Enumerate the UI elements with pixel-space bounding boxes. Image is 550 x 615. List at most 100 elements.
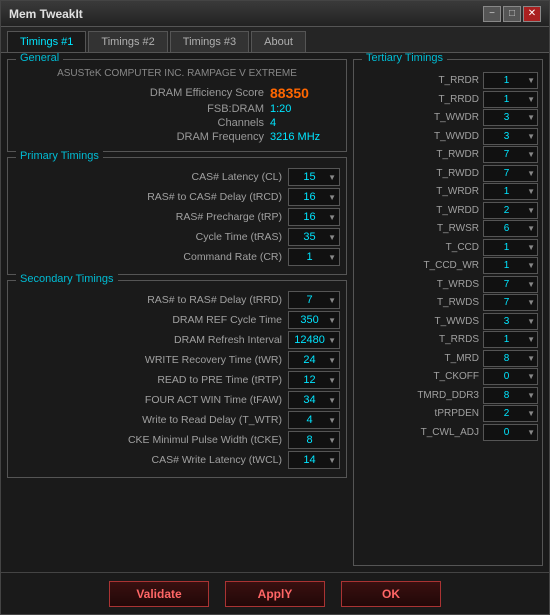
tertiary-group: Tertiary Timings T_RRDR 1 ▼ T_RRDD 1 ▼ T… xyxy=(353,59,543,566)
timing-label: CAS# Latency (CL) xyxy=(14,171,288,183)
timing-input-sec-4[interactable]: 12 ▼ xyxy=(288,371,340,389)
tertiary-input-1[interactable]: 1 ▼ xyxy=(483,91,538,108)
timing-label: CAS# Write Latency (tWCL) xyxy=(14,454,288,466)
table-row: Cycle Time (tRAS) 35 ▼ xyxy=(14,228,340,246)
timing-input-sec-8[interactable]: 14 ▼ xyxy=(288,451,340,469)
timing-input-sec-7[interactable]: 8 ▼ xyxy=(288,431,340,449)
tertiary-input-17[interactable]: 8 ▼ xyxy=(483,387,538,404)
main-content: General ASUSTeK COMPUTER INC. RAMPAGE V … xyxy=(1,53,549,572)
timing-input-trp[interactable]: 16 ▼ xyxy=(288,208,340,226)
tertiary-input-3[interactable]: 3 ▼ xyxy=(483,128,538,145)
table-row: T_WWDS 3 ▼ xyxy=(358,313,538,330)
table-row: T_RRDR 1 ▼ xyxy=(358,72,538,89)
tertiary-item-label: T_CCD xyxy=(358,242,483,253)
timing-input-sec-2[interactable]: 12480 ▼ xyxy=(288,331,340,349)
dropdown-arrow-icon: ▼ xyxy=(328,456,337,465)
right-panel: Tertiary Timings T_RRDR 1 ▼ T_RRDD 1 ▼ T… xyxy=(353,59,543,566)
tertiary-input-4[interactable]: 7 ▼ xyxy=(483,146,538,163)
minimize-button[interactable]: − xyxy=(483,6,501,22)
tertiary-item-label: T_CKOFF xyxy=(358,371,483,382)
tab-timings2[interactable]: Timings #2 xyxy=(88,31,167,52)
tertiary-item-label: T_RWSR xyxy=(358,223,483,234)
timing-label: DRAM Refresh Interval xyxy=(14,334,288,346)
tab-about[interactable]: About xyxy=(251,31,306,52)
table-row: T_RRDS 1 ▼ xyxy=(358,331,538,348)
table-row: FOUR ACT WIN Time (tFAW) 34 ▼ xyxy=(14,391,340,409)
tertiary-label: Tertiary Timings xyxy=(362,53,447,64)
tertiary-input-9[interactable]: 1 ▼ xyxy=(483,239,538,256)
tertiary-input-18[interactable]: 2 ▼ xyxy=(483,405,538,422)
tertiary-input-13[interactable]: 3 ▼ xyxy=(483,313,538,330)
dropdown-arrow-icon: ▼ xyxy=(527,317,535,326)
primary-label: Primary Timings xyxy=(16,150,103,162)
tertiary-input-10[interactable]: 1 ▼ xyxy=(483,257,538,274)
validate-button[interactable]: Validate xyxy=(109,581,209,607)
dropdown-arrow-icon: ▼ xyxy=(527,391,535,400)
tertiary-item-label: T_CWL_ADJ xyxy=(358,427,483,438)
table-row: TMRD_DDR3 8 ▼ xyxy=(358,387,538,404)
timing-input-sec-5[interactable]: 34 ▼ xyxy=(288,391,340,409)
table-row: READ to PRE Time (tRTP) 12 ▼ xyxy=(14,371,340,389)
timing-label: FOUR ACT WIN Time (tFAW) xyxy=(14,394,288,406)
timing-label: CKE Minimul Pulse Width (tCKE) xyxy=(14,434,288,446)
table-row: T_MRD 8 ▼ xyxy=(358,350,538,367)
timing-input-cr[interactable]: 1 ▼ xyxy=(288,248,340,266)
dropdown-arrow-icon: ▼ xyxy=(527,354,535,363)
dropdown-arrow-icon: ▼ xyxy=(328,336,337,345)
tertiary-input-15[interactable]: 8 ▼ xyxy=(483,350,538,367)
timing-input-sec-6[interactable]: 4 ▼ xyxy=(288,411,340,429)
table-row: T_WRDD 2 ▼ xyxy=(358,202,538,219)
timing-label: Command Rate (CR) xyxy=(14,251,288,263)
timing-input-trcd[interactable]: 16 ▼ xyxy=(288,188,340,206)
dropdown-arrow-icon: ▼ xyxy=(328,356,337,365)
tertiary-input-2[interactable]: 3 ▼ xyxy=(483,109,538,126)
apply-button[interactable]: ApplY xyxy=(225,581,325,607)
timing-input-cl[interactable]: 15 ▼ xyxy=(288,168,340,186)
tab-timings1[interactable]: Timings #1 xyxy=(7,31,86,52)
fsb-row: FSB:DRAM 1:20 xyxy=(14,103,340,115)
title-bar: Mem TweakIt − □ ✕ xyxy=(1,1,549,27)
tertiary-item-label: T_CCD_WR xyxy=(358,260,483,271)
ok-button[interactable]: OK xyxy=(341,581,441,607)
freq-label: DRAM Frequency xyxy=(177,131,270,143)
table-row: Write to Read Delay (T_WTR) 4 ▼ xyxy=(14,411,340,429)
timing-input-sec-3[interactable]: 24 ▼ xyxy=(288,351,340,369)
timing-label: Cycle Time (tRAS) xyxy=(14,231,288,243)
dropdown-arrow-icon: ▼ xyxy=(328,253,337,262)
tertiary-input-6[interactable]: 1 ▼ xyxy=(483,183,538,200)
maximize-button[interactable]: □ xyxy=(503,6,521,22)
timing-input-sec-0[interactable]: 7 ▼ xyxy=(288,291,340,309)
tertiary-input-16[interactable]: 0 ▼ xyxy=(483,368,538,385)
tertiary-input-8[interactable]: 6 ▼ xyxy=(483,220,538,237)
content-wrapper: General ASUSTeK COMPUTER INC. RAMPAGE V … xyxy=(1,53,549,614)
timing-label: DRAM REF Cycle Time xyxy=(14,314,288,326)
timing-input-sec-1[interactable]: 350 ▼ xyxy=(288,311,340,329)
dropdown-arrow-icon: ▼ xyxy=(527,150,535,159)
table-row: tPRPDEN 2 ▼ xyxy=(358,405,538,422)
dropdown-arrow-icon: ▼ xyxy=(527,409,535,418)
timing-input-tras[interactable]: 35 ▼ xyxy=(288,228,340,246)
timing-label: READ to PRE Time (tRTP) xyxy=(14,374,288,386)
tab-timings3[interactable]: Timings #3 xyxy=(170,31,249,52)
table-row: CAS# Write Latency (tWCL) 14 ▼ xyxy=(14,451,340,469)
timing-label: RAS# Precharge (tRP) xyxy=(14,211,288,223)
dropdown-arrow-icon: ▼ xyxy=(527,187,535,196)
table-row: RAS# Precharge (tRP) 16 ▼ xyxy=(14,208,340,226)
asus-text: ASUSTeK COMPUTER INC. RAMPAGE V EXTREME xyxy=(14,68,340,79)
table-row: T_RWSR 6 ▼ xyxy=(358,220,538,237)
tertiary-input-5[interactable]: 7 ▼ xyxy=(483,165,538,182)
tertiary-input-14[interactable]: 1 ▼ xyxy=(483,331,538,348)
dropdown-arrow-icon: ▼ xyxy=(328,416,337,425)
tertiary-input-7[interactable]: 2 ▼ xyxy=(483,202,538,219)
tertiary-input-12[interactable]: 7 ▼ xyxy=(483,294,538,311)
dropdown-arrow-icon: ▼ xyxy=(527,76,535,85)
tertiary-input-11[interactable]: 7 ▼ xyxy=(483,276,538,293)
channels-value: 4 xyxy=(270,117,340,129)
tertiary-input-19[interactable]: 0 ▼ xyxy=(483,424,538,441)
dropdown-arrow-icon: ▼ xyxy=(527,372,535,381)
close-button[interactable]: ✕ xyxy=(523,6,541,22)
dropdown-arrow-icon: ▼ xyxy=(527,206,535,215)
table-row: T_CKOFF 0 ▼ xyxy=(358,368,538,385)
dropdown-arrow-icon: ▼ xyxy=(328,396,337,405)
tertiary-input-0[interactable]: 1 ▼ xyxy=(483,72,538,89)
